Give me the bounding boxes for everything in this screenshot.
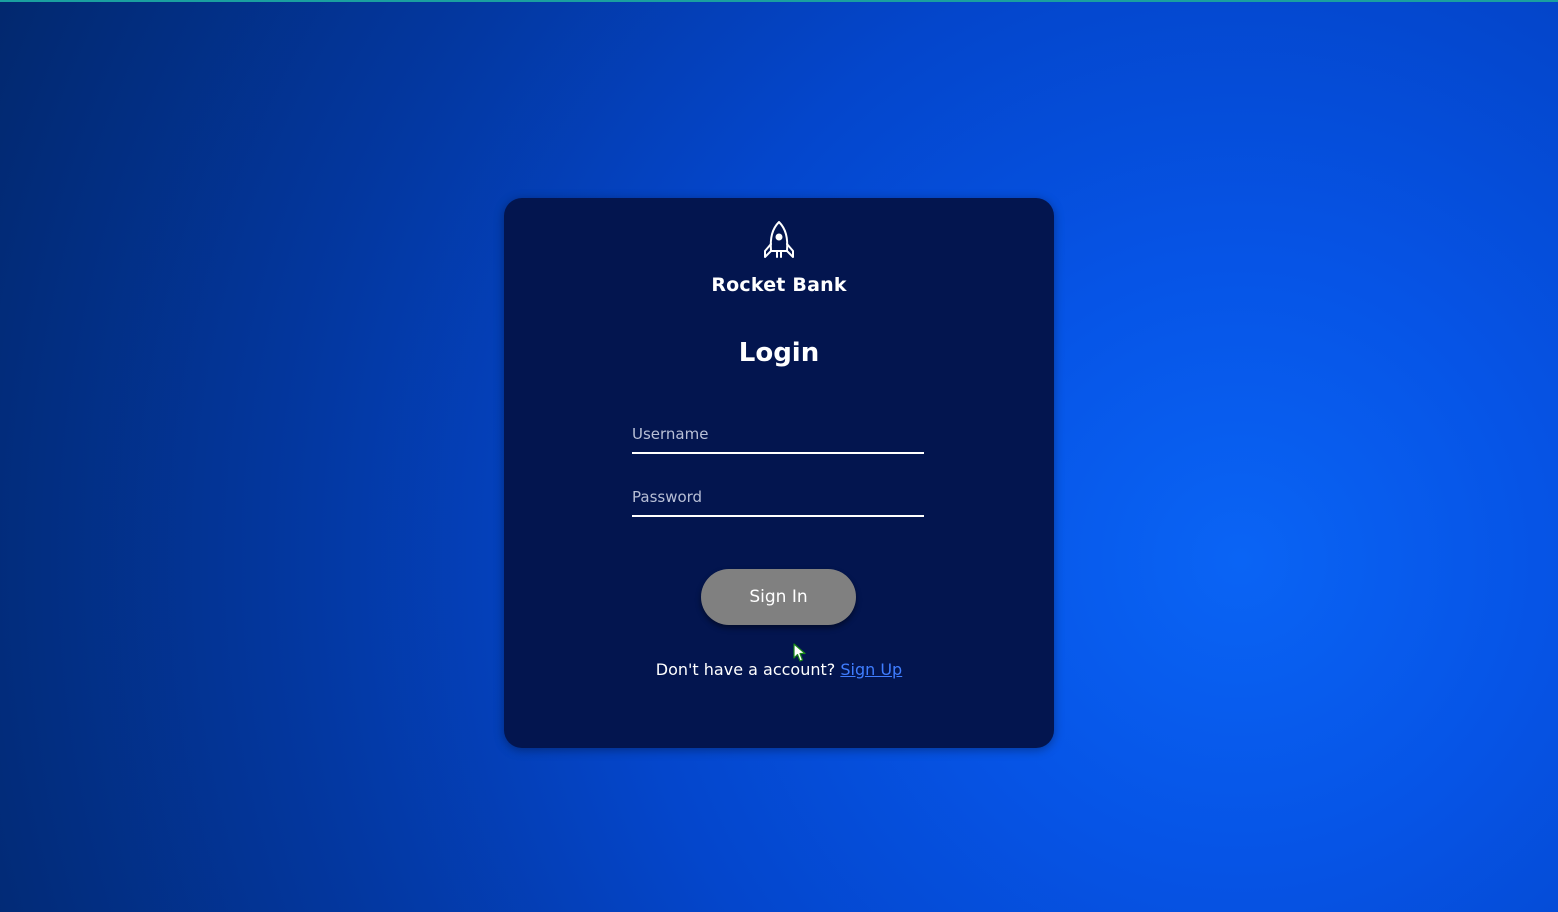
username-input[interactable] — [632, 420, 924, 454]
top-accent-line — [0, 0, 1558, 2]
sign-in-button[interactable]: Sign In — [701, 569, 856, 625]
signup-row: Don't have a account? Sign Up — [504, 660, 1054, 679]
signup-prompt: Don't have a account? — [655, 660, 836, 679]
password-input[interactable] — [632, 483, 924, 517]
rocket-icon — [761, 220, 797, 260]
sign-up-link[interactable]: Sign Up — [840, 660, 902, 679]
login-card: Rocket Bank Login Sign In Don't have a a… — [504, 198, 1054, 748]
brand-name: Rocket Bank — [711, 274, 847, 296]
page-title: Login — [738, 338, 820, 368]
mouse-cursor-icon — [793, 643, 807, 663]
